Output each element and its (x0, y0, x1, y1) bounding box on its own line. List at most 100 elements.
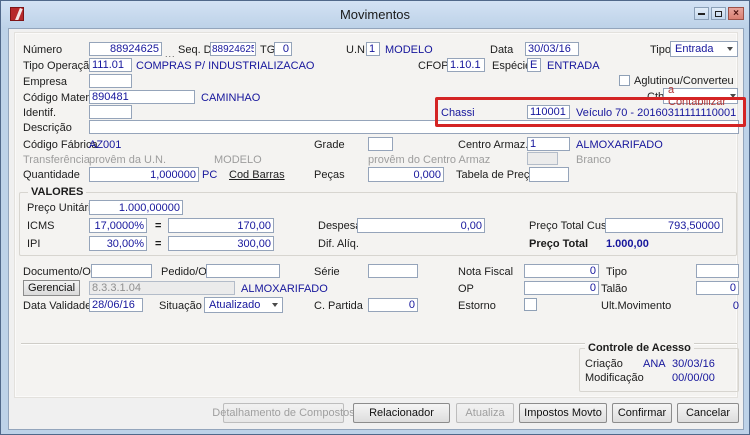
criacao-label: Criação (585, 358, 623, 370)
button-label: elacionador (377, 407, 434, 419)
valores-group-title: VALORES (28, 186, 87, 198)
documento-input[interactable] (91, 264, 152, 278)
icms-pct-input[interactable] (89, 218, 147, 233)
preco-unitario-label: Preço Unitário (27, 202, 97, 214)
title-bar: Movimentos × (1, 1, 749, 28)
numero-browse-button[interactable]: ... (165, 49, 176, 59)
especie-input[interactable] (527, 58, 541, 72)
situacao-select-value: Atualizado (209, 299, 261, 311)
tg-input[interactable] (274, 42, 292, 56)
numero-input[interactable] (89, 42, 162, 56)
tipo-operacao-label: Tipo Operação (23, 60, 96, 72)
cancelar-button[interactable]: Cancelar (677, 403, 739, 423)
estorno-checkbox[interactable] (524, 298, 537, 311)
data-input[interactable] (525, 42, 579, 56)
tipo-operacao-desc: COMPRAS P/ INDUSTRIALIZACAO (136, 60, 315, 72)
empresa-input[interactable] (89, 74, 132, 88)
gerencial-button-label: erencial (36, 282, 76, 294)
gerencial-button[interactable]: Gerencial (23, 280, 80, 296)
ipi-pct-input[interactable] (89, 236, 147, 251)
quantidade-input[interactable] (89, 167, 199, 182)
preco-unitario-input[interactable] (89, 200, 183, 215)
nota-fiscal-input[interactable] (524, 264, 599, 278)
icms-value-input[interactable] (168, 218, 274, 233)
centro-armaz-label: Centro Armaz. (458, 139, 529, 151)
minimize-icon (698, 12, 705, 15)
tipo-select[interactable]: Entrada (670, 41, 738, 57)
preco-total-custo-input[interactable] (605, 218, 723, 233)
descricao-input[interactable] (89, 120, 739, 134)
button-label: mpostos Movto (527, 407, 602, 419)
close-button[interactable]: × (728, 7, 744, 20)
button-key: A (465, 407, 473, 419)
tipo-select-value: Entrada (675, 43, 714, 55)
maximize-icon (715, 10, 722, 17)
pecas-input[interactable] (368, 167, 444, 182)
pedido-input[interactable] (206, 264, 280, 278)
chevron-down-icon (730, 94, 737, 98)
pecas-label: Peças (314, 169, 345, 181)
atualiza-button: Atualiza (456, 403, 514, 423)
grade-input[interactable] (368, 137, 393, 151)
identif-input[interactable] (89, 105, 132, 119)
talao-input[interactable] (696, 281, 739, 295)
data-validade-input[interactable] (89, 298, 143, 312)
despesas-input[interactable] (357, 218, 485, 233)
confirmar-button[interactable]: Confirmar (612, 403, 672, 423)
ctb-select[interactable]: a Contabilizar (663, 84, 738, 108)
nota-fiscal-label: Nota Fiscal (458, 266, 514, 278)
button-label: tualiza (472, 407, 505, 419)
window-title: Movimentos (339, 7, 411, 22)
situacao-label: Situação (159, 300, 202, 312)
numero-label: Número (23, 44, 63, 56)
button-label: Cancela (685, 407, 727, 419)
chevron-down-icon (272, 303, 278, 307)
seq-dia-input[interactable] (210, 42, 256, 56)
op-label: OP (458, 283, 474, 295)
c-partida-input[interactable] (368, 298, 418, 312)
tabela-preco-label: Tabela de Preço (456, 169, 536, 181)
centro-armaz-input[interactable] (527, 137, 570, 151)
codigo-material-input[interactable] (89, 90, 195, 104)
aglutinou-checkbox[interactable] (619, 75, 630, 86)
codigo-fabrica-label: Código Fábrica (23, 139, 98, 151)
gerencial-button-key: G (27, 282, 37, 294)
ipi-equals: = (155, 238, 162, 250)
button-label: onfirmar (625, 407, 667, 419)
serie-input[interactable] (368, 264, 418, 278)
grade-label: Grade (314, 139, 345, 151)
ult-movimento-label: Ult.Movimento (601, 300, 672, 312)
button-key: r (726, 407, 731, 419)
chassi-label: Chassi (441, 107, 475, 119)
documento-label: Documento/O.S (23, 266, 102, 278)
tabela-preco-input[interactable] (529, 167, 569, 182)
un-label: U.N. (346, 44, 368, 56)
codigo-fabrica-value: AZ001 (89, 139, 122, 151)
relacionador-button[interactable]: Relacionador (353, 403, 450, 423)
dif-aliq-label: Dif. Alíq. (318, 238, 359, 250)
un-desc: MODELO (385, 44, 433, 56)
ctb-select-value: a Contabilizar (668, 84, 727, 108)
especie-desc: ENTRADA (547, 60, 600, 72)
cod-barras-link[interactable]: Cod Barras (229, 169, 285, 182)
modificacao-label: Modificação (585, 372, 644, 384)
data-label: Data (490, 44, 514, 56)
un-input[interactable] (366, 42, 380, 56)
impostos-movto-button[interactable]: Impostos Movto (519, 403, 607, 423)
icms-label: ICMS (27, 220, 55, 232)
tipo-label: Tipo (650, 44, 671, 56)
minimize-button[interactable] (694, 7, 709, 20)
chassi-desc: Veículo 70 - 20160311111110001 (576, 107, 737, 119)
op-input[interactable] (524, 281, 599, 295)
chassi-input[interactable] (527, 105, 570, 119)
transferencia-ca-box (527, 152, 558, 165)
tipo-operacao-input[interactable] (89, 58, 132, 72)
cfop-input[interactable] (447, 58, 485, 72)
ipi-label: IPI (27, 238, 41, 250)
controle-acesso-title: Controle de Acesso (585, 342, 694, 354)
ctb-label: Ctb (647, 91, 665, 103)
ipi-value-input[interactable] (168, 236, 274, 251)
maximize-button[interactable] (711, 7, 726, 20)
situacao-select[interactable]: Atualizado (204, 297, 283, 313)
tipo-doc-input[interactable] (696, 264, 739, 278)
